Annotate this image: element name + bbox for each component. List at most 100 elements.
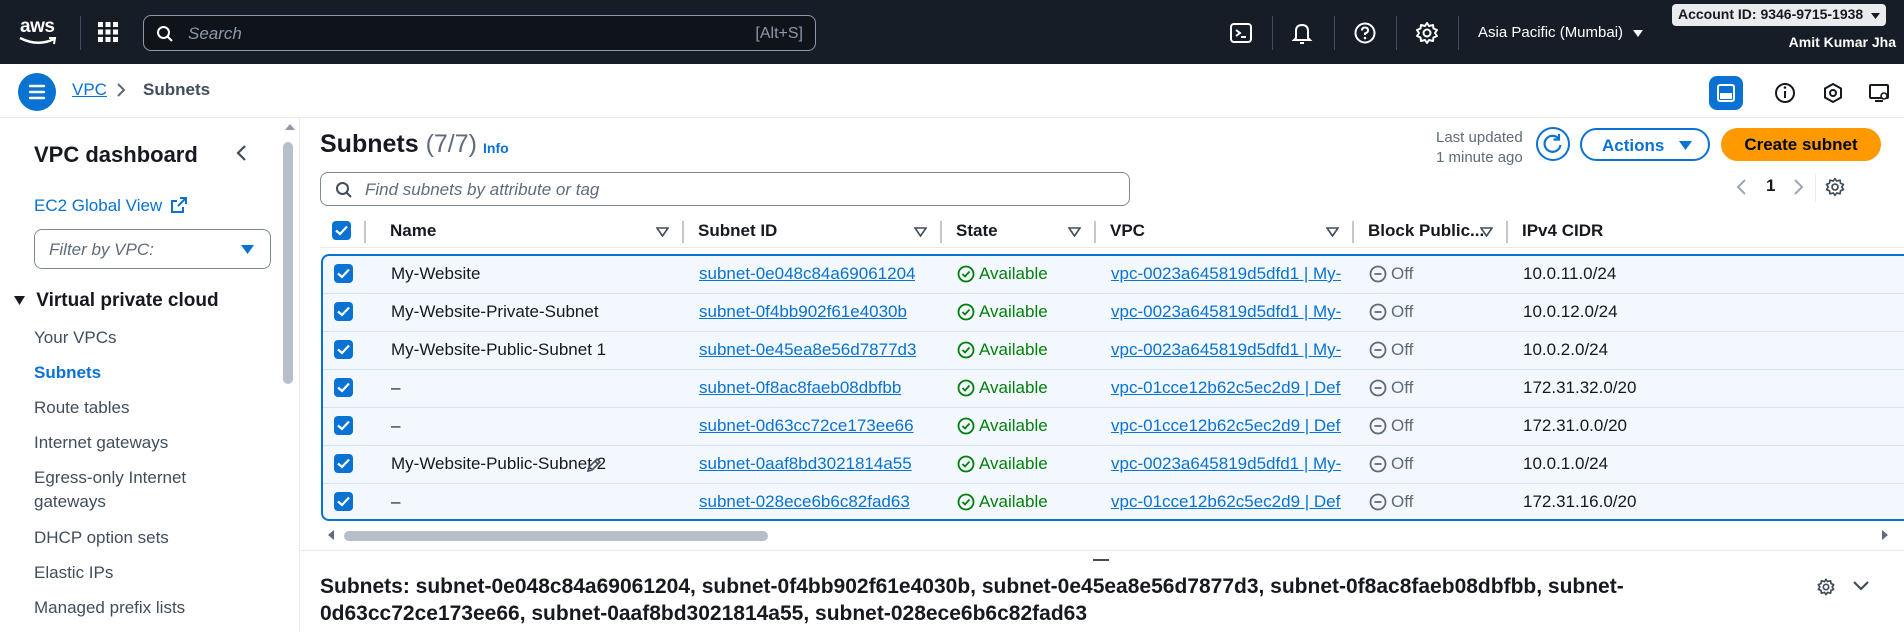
help-icon[interactable] <box>1352 20 1378 46</box>
cell-vpc-link[interactable]: vpc-0023a645819d5dfd1 | My-... <box>1111 340 1341 360</box>
sidebar-item-internet-gateways[interactable]: Internet gateways <box>34 431 168 455</box>
scroll-right-icon[interactable] <box>1880 529 1890 541</box>
row-checkbox[interactable] <box>334 264 353 283</box>
sort-icon[interactable] <box>914 227 927 237</box>
cell-vpc-link[interactable]: vpc-0023a645819d5dfd1 | My-... <box>1111 264 1341 284</box>
sidebar-item-elastic-ips[interactable]: Elastic IPs <box>34 561 113 585</box>
table-row[interactable]: My-Website-Private-Subnet subnet-0f4bb90… <box>323 294 1904 332</box>
column-header-name[interactable]: Name <box>390 221 436 241</box>
services-grid-icon[interactable] <box>96 20 120 44</box>
column-header-state[interactable]: State <box>956 221 998 241</box>
user-name[interactable]: Amit Kumar Jha <box>1789 34 1896 50</box>
find-subnets-input[interactable]: Find subnets by attribute or tag <box>320 172 1130 206</box>
actions-button[interactable]: Actions <box>1580 128 1710 161</box>
sidebar-item-route-tables[interactable]: Route tables <box>34 396 129 420</box>
column-header-ipv4-cidr[interactable]: IPv4 CIDR <box>1522 221 1603 241</box>
ec2-global-view-link[interactable]: EC2 Global View <box>34 196 187 216</box>
region-selector[interactable]: Asia Pacific (Mumbai) <box>1478 24 1644 41</box>
cell-subnet-id-link[interactable]: subnet-0f4bb902f61e4030b <box>699 302 907 322</box>
cloudshell-icon[interactable] <box>1228 20 1254 46</box>
select-all-checkbox[interactable] <box>332 221 351 240</box>
block-label: Off <box>1391 454 1414 473</box>
pagination-next-icon[interactable] <box>1791 178 1805 196</box>
sort-icon[interactable] <box>1068 227 1081 237</box>
cell-vpc-link[interactable]: vpc-0023a645819d5dfd1 | My-... <box>1111 302 1341 322</box>
table-row[interactable]: – subnet-0f8ac8faeb08dbfbb Available vpc… <box>323 370 1904 408</box>
split-panel-toggle-button[interactable] <box>1709 76 1743 110</box>
info-panel-button[interactable] <box>1768 76 1802 110</box>
sidebar-scrollbar-thumb[interactable] <box>283 142 293 384</box>
row-checkbox[interactable] <box>334 378 353 397</box>
split-panel-title: Subnets: subnet-0e048c84a69061204, subne… <box>320 575 1624 625</box>
cell-subnet-id-link[interactable]: subnet-0e45ea8e56d7877d3 <box>699 340 916 360</box>
cell-subnet-id-link[interactable]: subnet-0aaf8bd3021814a55 <box>699 454 912 474</box>
breadcrumb-vpc-link[interactable]: VPC <box>72 80 107 100</box>
stopped-icon <box>1369 493 1387 511</box>
table-scrollbar-thumb[interactable] <box>344 531 768 541</box>
bell-icon[interactable] <box>1289 20 1315 46</box>
scroll-up-icon[interactable] <box>283 122 297 132</box>
table-header: Name Subnet ID State VPC Block Public...… <box>320 214 1904 248</box>
row-checkbox[interactable] <box>334 302 353 321</box>
scroll-left-icon[interactable] <box>326 529 336 541</box>
edit-pencil-icon[interactable] <box>585 456 603 474</box>
sidebar-item-egress-only-gateways[interactable]: Egress-only Internet gateways <box>34 466 186 514</box>
sidebar-item-dhcp-option-sets[interactable]: DHCP option sets <box>34 526 169 550</box>
row-checkbox[interactable] <box>334 454 353 473</box>
search-shortcut: [Alt+S] <box>755 25 803 42</box>
state-label: Available <box>979 378 1048 397</box>
table-row[interactable]: My-Website-Public-Subnet 1 subnet-0e45ea… <box>323 332 1904 370</box>
column-header-vpc[interactable]: VPC <box>1110 221 1145 241</box>
filter-by-vpc-select[interactable]: Filter by VPC: <box>34 229 271 269</box>
collapse-sidebar-icon[interactable] <box>234 144 250 162</box>
cell-vpc-link[interactable]: vpc-0023a645819d5dfd1 | My-... <box>1111 454 1341 474</box>
sidebar-title[interactable]: VPC dashboard <box>34 142 198 168</box>
aws-logo[interactable]: aws <box>18 14 62 48</box>
table-preferences-gear-icon[interactable] <box>1824 176 1846 198</box>
column-header-subnet-id[interactable]: Subnet ID <box>698 221 777 241</box>
column-header-block-public-access[interactable]: Block Public... <box>1368 221 1484 241</box>
check-icon <box>335 225 348 236</box>
sort-icon[interactable] <box>656 227 669 237</box>
success-check-icon <box>957 265 975 283</box>
sidebar-item-your-vpcs[interactable]: Your VPCs <box>34 326 117 350</box>
cell-name: My-Website-Public-Subnet 1 <box>391 340 607 359</box>
side-nav-toggle-button[interactable] <box>18 73 56 111</box>
row-checkbox[interactable] <box>334 492 353 511</box>
chevron-down-icon[interactable] <box>1852 579 1870 593</box>
sort-icon[interactable] <box>1480 227 1493 237</box>
sidebar-item-managed-prefix-lists[interactable]: Managed prefix lists <box>34 596 185 620</box>
sidebar-item-subnets[interactable]: Subnets <box>34 361 101 385</box>
account-menu[interactable]: Account ID: 9346-9715-1938 <box>1672 4 1887 26</box>
cell-subnet-id-link[interactable]: subnet-0d63cc72ce173ee66 <box>699 416 914 436</box>
table-row[interactable]: My-Website-Public-Subnet 2 subnet-0aaf8b… <box>323 446 1904 484</box>
account-id: Account ID: 9346-9715-1938 <box>1678 6 1864 22</box>
info-icon <box>1775 83 1795 103</box>
refresh-button[interactable] <box>1536 127 1570 161</box>
last-updated: Last updated 1 minute ago <box>1436 128 1523 168</box>
cell-vpc-link[interactable]: vpc-01cce12b62c5ec2d9 | Defa... <box>1111 378 1341 398</box>
gear-icon[interactable] <box>1414 20 1440 46</box>
table-row[interactable]: – subnet-0d63cc72ce173ee66 Available vpc… <box>323 408 1904 446</box>
pagination-page[interactable]: 1 <box>1766 176 1775 196</box>
split-panel-resize-handle[interactable] <box>1093 559 1109 561</box>
cell-vpc-link[interactable]: vpc-01cce12b62c5ec2d9 | Defa... <box>1111 492 1341 512</box>
info-link[interactable]: Info <box>483 140 509 156</box>
pagination-previous-icon[interactable] <box>1735 178 1749 196</box>
side-navigation: VPC dashboard EC2 Global View Filter by … <box>0 118 300 632</box>
cell-vpc-link[interactable]: vpc-01cce12b62c5ec2d9 | Defa... <box>1111 416 1341 436</box>
table-row[interactable]: – subnet-028ece6b6c82fad63 Available vpc… <box>323 484 1904 522</box>
global-search-input[interactable]: Search [Alt+S] <box>143 15 816 51</box>
section-virtual-private-cloud[interactable]: Virtual private cloud <box>14 290 219 312</box>
row-checkbox[interactable] <box>334 416 353 435</box>
resource-explorer-button[interactable] <box>1816 76 1850 110</box>
split-panel-preferences-gear-icon[interactable] <box>1816 577 1836 597</box>
sort-icon[interactable] <box>1326 227 1339 237</box>
create-subnet-button[interactable]: Create subnet <box>1721 128 1881 161</box>
cell-subnet-id-link[interactable]: subnet-0e048c84a69061204 <box>699 264 915 284</box>
cell-subnet-id-link[interactable]: subnet-028ece6b6c82fad63 <box>699 492 910 512</box>
display-settings-button[interactable] <box>1862 76 1896 110</box>
row-checkbox[interactable] <box>334 340 353 359</box>
cell-subnet-id-link[interactable]: subnet-0f8ac8faeb08dbfbb <box>699 378 901 398</box>
table-row[interactable]: My-Website subnet-0e048c84a69061204 Avai… <box>323 256 1904 294</box>
